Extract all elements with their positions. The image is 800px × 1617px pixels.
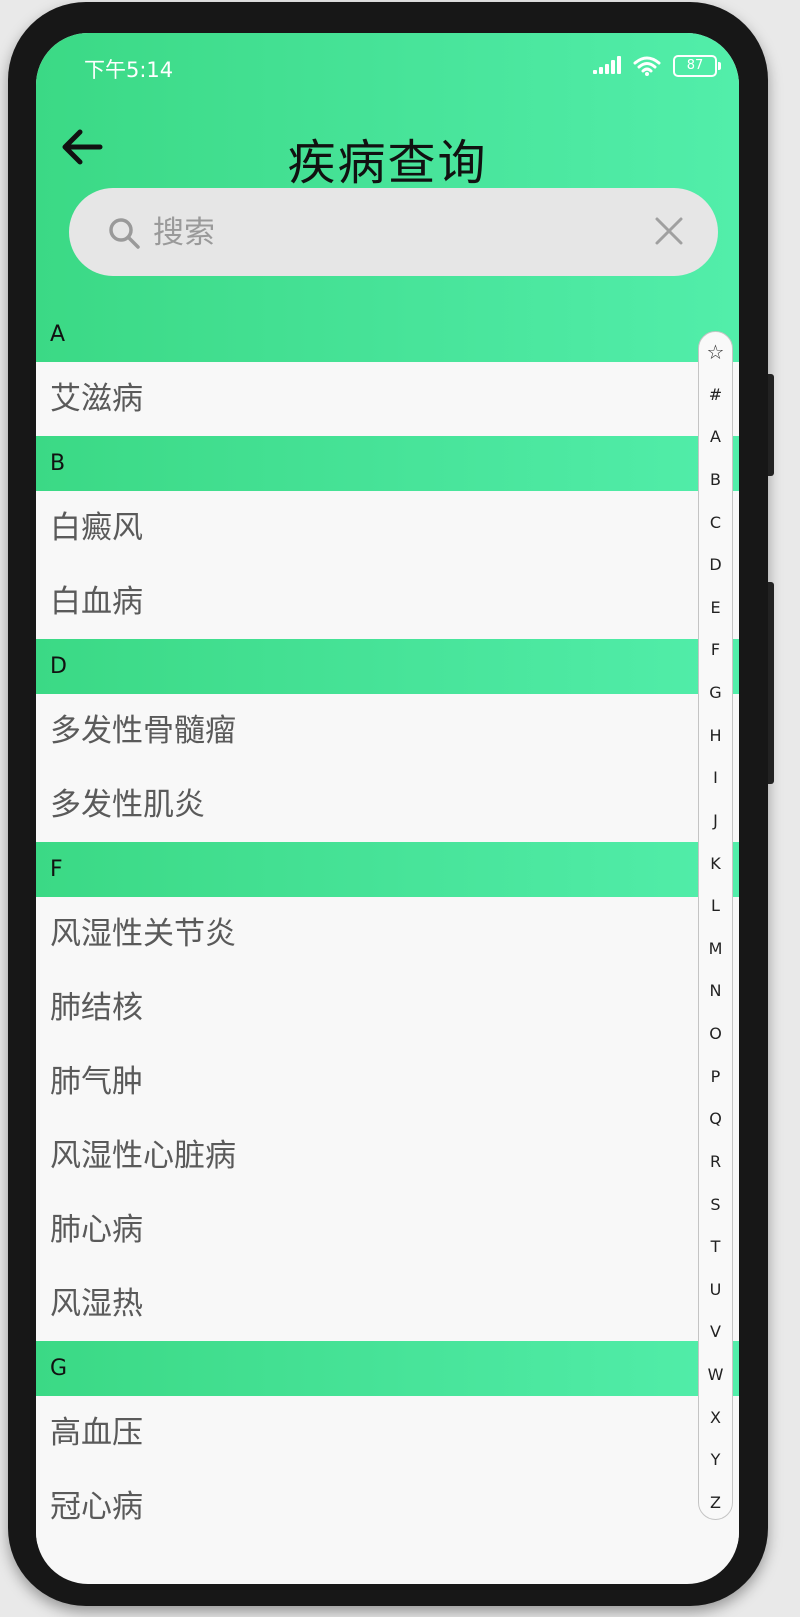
index-letter[interactable]: S [710, 1195, 720, 1215]
section-header: D [36, 639, 739, 694]
index-letter[interactable]: # [709, 385, 722, 405]
disease-list-item[interactable]: 多发性骨髓瘤 [36, 694, 739, 768]
index-letter[interactable]: Q [709, 1109, 722, 1129]
index-letter[interactable]: D [709, 555, 721, 575]
search-icon [109, 218, 140, 249]
disease-list: A 艾滋病 B 白癜风 白血病 D 多发性骨髓瘤 多发性肌炎 F 风湿性关节炎 肺结核 肺气肿 风湿性心… [36, 307, 739, 1544]
status-icons: 87 [593, 55, 721, 77]
index-letter[interactable]: P [711, 1067, 721, 1087]
index-letter[interactable]: Y [711, 1450, 721, 1470]
index-letter[interactable]: M [709, 939, 723, 959]
index-letter[interactable]: V [710, 1322, 721, 1342]
index-letter[interactable]: F [711, 640, 720, 660]
index-letter[interactable]: C [710, 513, 721, 533]
index-star-icon[interactable]: ☆ [707, 342, 725, 362]
index-letter[interactable]: O [709, 1024, 722, 1044]
index-letter[interactable]: W [708, 1365, 724, 1385]
section-header: A [36, 307, 739, 362]
index-letter[interactable]: R [710, 1152, 721, 1172]
disease-list-item[interactable]: 多发性肌炎 [36, 768, 739, 842]
index-letter[interactable]: I [713, 768, 718, 788]
index-letter[interactable]: A [710, 427, 721, 447]
disease-list-item[interactable]: 风湿热 [36, 1267, 739, 1341]
alphabet-index-bar[interactable]: ☆ # A B C D E F G H I J K L M N O P Q R S T U V W X Y Z [698, 331, 733, 1520]
disease-list-item[interactable]: 肺气肿 [36, 1045, 739, 1119]
section-header: B [36, 436, 739, 491]
signal-icon [593, 56, 621, 74]
disease-list-item[interactable]: 风湿性关节炎 [36, 897, 739, 971]
power-button [768, 582, 774, 784]
page-title: 疾病查询 [287, 135, 488, 191]
disease-list-item[interactable]: 高血压 [36, 1396, 739, 1470]
status-time: 下午5:14 [84, 58, 174, 82]
wifi-icon [633, 56, 661, 76]
search-bar[interactable] [69, 188, 718, 276]
battery-icon: 87 [673, 55, 721, 77]
index-letter[interactable]: X [710, 1408, 721, 1428]
index-letter[interactable]: E [710, 598, 720, 618]
index-letter[interactable]: T [711, 1237, 721, 1257]
index-letter[interactable]: U [710, 1280, 722, 1300]
index-letter[interactable]: Z [710, 1493, 721, 1513]
disease-list-item[interactable]: 肺结核 [36, 971, 739, 1045]
disease-list-item[interactable]: 白血病 [36, 565, 739, 639]
phone-frame: 下午5:14 87 疾病查询 搜索 A 艾滋病 B 白癜风 白血病 D 多发性骨… [8, 2, 774, 1606]
screen: 下午5:14 87 疾病查询 搜索 A 艾滋病 B 白癜风 白血病 D 多发性骨… [36, 33, 739, 1584]
app-header: 下午5:14 87 疾病查询 搜索 [36, 33, 739, 307]
disease-list-item[interactable]: 肺心病 [36, 1193, 739, 1267]
disease-list-item[interactable]: 艾滋病 [36, 362, 739, 436]
disease-list-item[interactable]: 风湿性心脏病 [36, 1119, 739, 1193]
section-header: G [36, 1341, 739, 1396]
index-letter[interactable]: N [710, 981, 722, 1001]
section-header: F [36, 842, 739, 897]
index-letter[interactable]: B [710, 470, 721, 490]
clear-icon[interactable] [654, 216, 684, 246]
index-letter[interactable]: J [713, 811, 718, 831]
search-input[interactable] [151, 202, 625, 264]
disease-list-item[interactable]: 白癜风 [36, 491, 739, 565]
index-letter[interactable]: K [710, 854, 721, 874]
index-letter[interactable]: H [709, 726, 721, 746]
index-letter[interactable]: L [711, 896, 720, 916]
disease-list-item[interactable]: 冠心病 [36, 1470, 739, 1544]
volume-button [768, 374, 774, 476]
index-letter[interactable]: G [709, 683, 721, 703]
